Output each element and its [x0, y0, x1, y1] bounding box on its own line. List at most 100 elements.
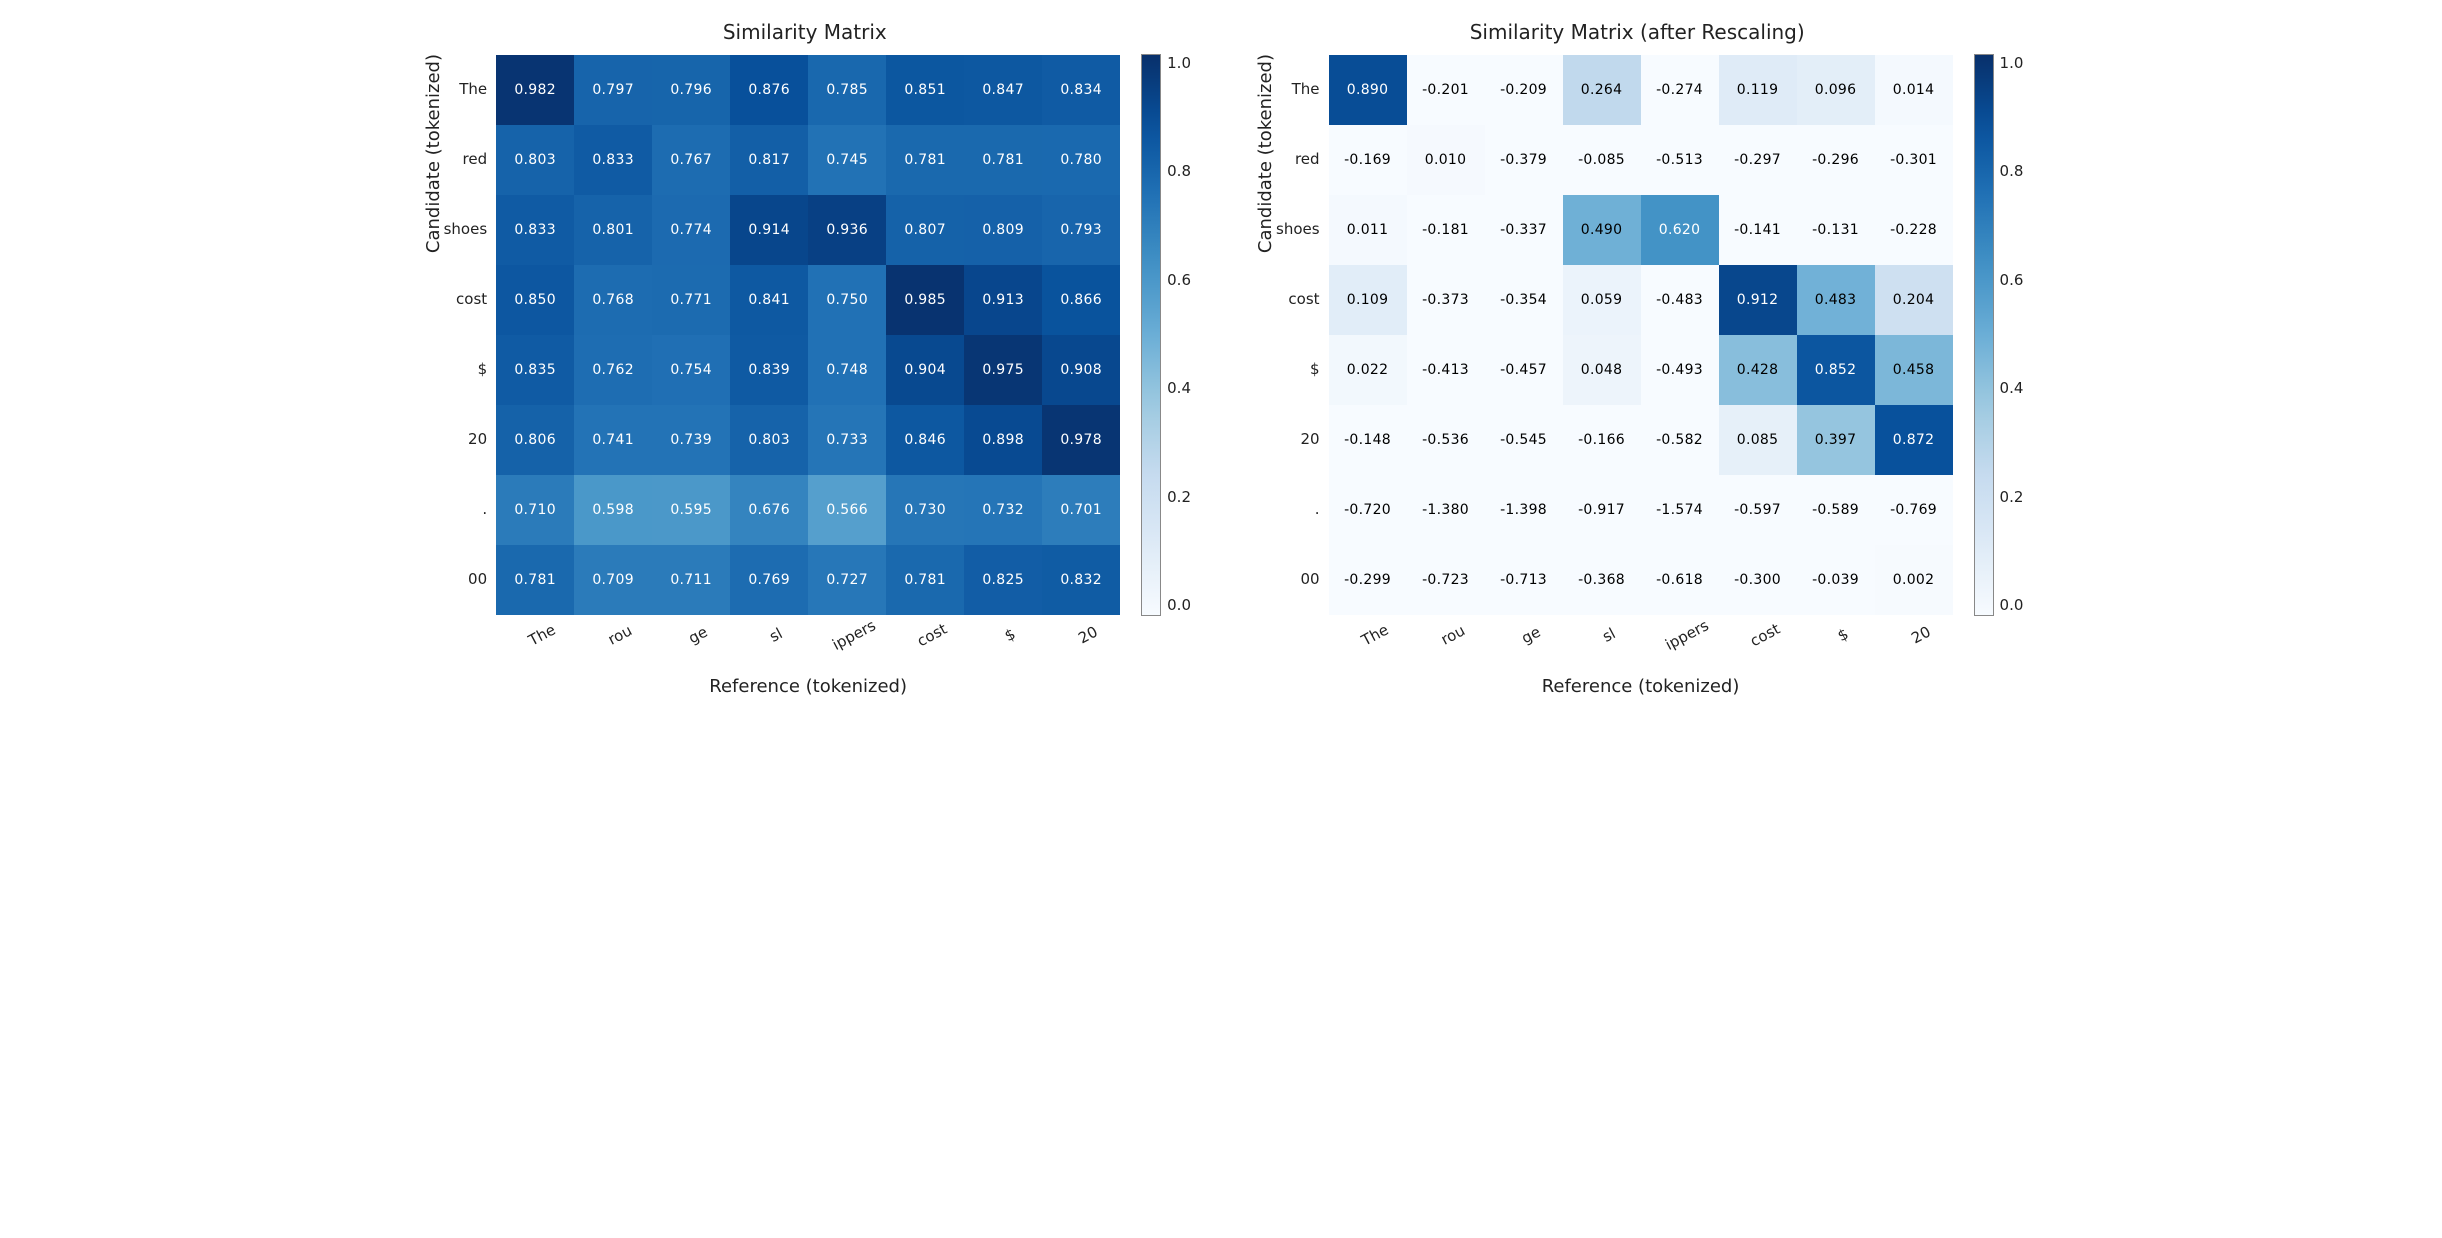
heatmap-cell: -1.398	[1485, 475, 1563, 545]
colorbar-tick: 0.8	[2000, 162, 2024, 180]
heatmap-cell: 0.807	[886, 195, 964, 265]
heatmap-cell: 0.806	[496, 405, 574, 475]
heatmap-cell: -0.209	[1485, 55, 1563, 125]
heatmap-cell: 0.748	[808, 335, 886, 405]
colorbar-gradient	[1141, 54, 1161, 616]
heatmap-cell: -0.085	[1563, 125, 1641, 195]
heatmap-cell: 0.846	[886, 405, 964, 475]
x-ticks: Therougeslipperscost$20	[1328, 620, 1952, 646]
heatmap-cell: 0.834	[1042, 55, 1120, 125]
heatmap-cell: 0.096	[1797, 55, 1875, 125]
y-tick-label: shoes	[1276, 194, 1320, 264]
y-tick-label: red	[1276, 124, 1320, 194]
colorbar-ticks: 1.00.80.60.40.20.0	[1994, 54, 2024, 614]
heatmap-cell: 0.428	[1719, 335, 1797, 405]
heatmap-cell: 0.085	[1719, 405, 1797, 475]
heatmap-cell: -0.131	[1797, 195, 1875, 265]
heatmap-cell: 0.914	[730, 195, 808, 265]
heatmap-cell: -0.141	[1719, 195, 1797, 265]
heatmap-cell: 0.793	[1042, 195, 1120, 265]
heatmap-cell: -0.513	[1641, 125, 1719, 195]
y-tick-label: red	[444, 124, 488, 194]
heatmap-cell: 0.975	[964, 335, 1042, 405]
heatmap-cell: 0.780	[1042, 125, 1120, 195]
heatmap-cell: 0.620	[1641, 195, 1719, 265]
heatmap-left: Similarity Matrix Candidate (tokenized) …	[419, 20, 1191, 697]
heatmap-cell: -0.373	[1407, 265, 1485, 335]
heatmap-cell: 0.733	[808, 405, 886, 475]
y-tick-label: 00	[1276, 544, 1320, 614]
y-tick-label: .	[444, 474, 488, 544]
heatmap-cell: 0.876	[730, 55, 808, 125]
heatmap-cell: 0.732	[964, 475, 1042, 545]
heatmap-cell: 0.978	[1042, 405, 1120, 475]
heatmap-cell: -0.148	[1329, 405, 1407, 475]
heatmap-cell: 0.817	[730, 125, 808, 195]
y-tick-label: $	[444, 334, 488, 404]
heatmap-cell: -0.379	[1485, 125, 1563, 195]
heatmap-cell: -0.169	[1329, 125, 1407, 195]
heatmap-cell: 0.483	[1797, 265, 1875, 335]
heatmap-right: Similarity Matrix (after Rescaling) Cand…	[1251, 20, 2023, 697]
colorbar-tick: 0.4	[2000, 379, 2024, 397]
heatmap-cell: -0.483	[1641, 265, 1719, 335]
heatmap-cell: 0.904	[886, 335, 964, 405]
heatmap-cell: -0.917	[1563, 475, 1641, 545]
y-tick-label: 20	[444, 404, 488, 474]
heatmap-cell: 0.011	[1329, 195, 1407, 265]
x-axis-label: Reference (tokenized)	[709, 676, 907, 697]
heatmap-cell: 0.835	[496, 335, 574, 405]
heatmap-cell: -0.413	[1407, 335, 1485, 405]
heatmap-cell: 0.771	[652, 265, 730, 335]
heatmap-cell: 0.741	[574, 405, 652, 475]
chart-title: Similarity Matrix (after Rescaling)	[1470, 20, 1805, 44]
heatmap-cell: 0.745	[808, 125, 886, 195]
y-axis-label: Candidate (tokenized)	[419, 54, 444, 253]
heatmap-cell: -0.296	[1797, 125, 1875, 195]
heatmap-cell: 0.750	[808, 265, 886, 335]
y-tick-label: The	[1276, 54, 1320, 124]
colorbar-tick: 0.2	[2000, 488, 2024, 506]
colorbar-gradient	[1974, 54, 1994, 616]
heatmap-cell: 0.851	[886, 55, 964, 125]
heatmap-cell: -0.545	[1485, 405, 1563, 475]
y-tick-label: .	[1276, 474, 1320, 544]
heatmap-cell: 0.912	[1719, 265, 1797, 335]
heatmap-cell: 0.730	[886, 475, 964, 545]
y-tick-label: 00	[444, 544, 488, 614]
heatmap-cell: 0.710	[496, 475, 574, 545]
heatmap-cell: 0.803	[496, 125, 574, 195]
heatmap-cell: -0.301	[1875, 125, 1953, 195]
heatmap-cell: 0.908	[1042, 335, 1120, 405]
heatmap-grid: 0.890-0.201-0.2090.264-0.2740.1190.0960.…	[1328, 54, 1954, 616]
colorbar-tick: 1.0	[1167, 54, 1191, 72]
heatmap-cell: 0.754	[652, 335, 730, 405]
heatmap-cell: -0.582	[1641, 405, 1719, 475]
heatmap-cell: 0.739	[652, 405, 730, 475]
heatmap-cell: 0.985	[886, 265, 964, 335]
heatmap-cell: 0.397	[1797, 405, 1875, 475]
colorbar-tick: 0.0	[1167, 596, 1191, 614]
heatmap-cell: 0.458	[1875, 335, 1953, 405]
heatmap-cell: 0.059	[1563, 265, 1641, 335]
colorbar-tick: 0.4	[1167, 379, 1191, 397]
heatmap-cell: -0.720	[1329, 475, 1407, 545]
heatmap-cell: 0.797	[574, 55, 652, 125]
y-ticks: Theredshoescost$20.00	[444, 54, 496, 614]
heatmap-cell: 0.701	[1042, 475, 1120, 545]
y-axis-label: Candidate (tokenized)	[1251, 54, 1276, 253]
colorbar-tick: 0.2	[1167, 488, 1191, 506]
heatmap-cell: 0.833	[574, 125, 652, 195]
heatmap-cell: 0.598	[574, 475, 652, 545]
heatmap-cell: 0.801	[574, 195, 652, 265]
heatmap-cell: -0.493	[1641, 335, 1719, 405]
heatmap-cell: 0.566	[808, 475, 886, 545]
heatmap-cell: 0.490	[1563, 195, 1641, 265]
heatmap-cell: 0.119	[1719, 55, 1797, 125]
heatmap-cell: -0.181	[1407, 195, 1485, 265]
heatmap-cell: 0.048	[1563, 335, 1641, 405]
heatmap-cell: 0.839	[730, 335, 808, 405]
heatmap-cell: 0.204	[1875, 265, 1953, 335]
x-ticks: Therougeslipperscost$20	[495, 620, 1119, 646]
heatmap-cell: 0.833	[496, 195, 574, 265]
